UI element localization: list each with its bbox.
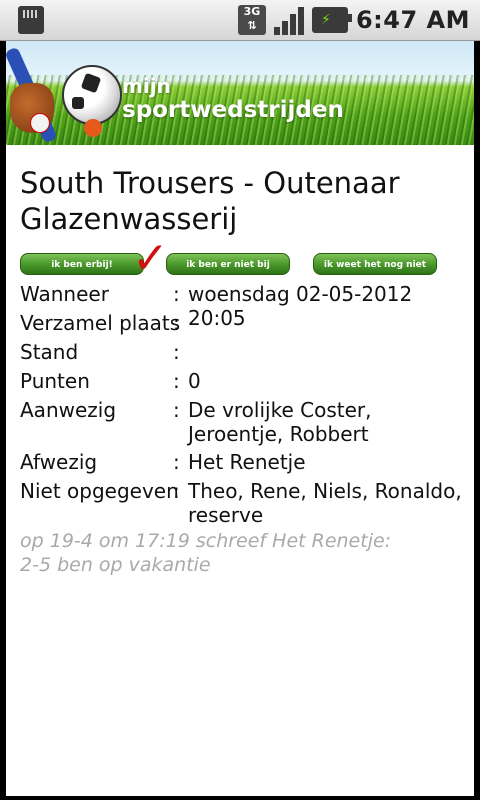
detail-label: Stand	[20, 340, 79, 364]
detail-label: Niet opgegeven	[20, 479, 179, 503]
comment-text: 2-5 ben op vakantie	[20, 554, 211, 576]
header-banner: mijn sportwedstrijden	[6, 41, 474, 145]
detail-label: Verzamel plaats	[20, 311, 181, 335]
not-attending-button[interactable]: ik ben er niet bij	[166, 253, 290, 275]
battery-charging-icon: ⚡	[311, 7, 352, 33]
detail-value: Theo, Rene, Niels, Ronaldo, reserve	[188, 479, 462, 527]
detail-value: woensdag 02-05-2012 20:05	[188, 282, 413, 330]
detail-label: Wanneer	[20, 282, 109, 306]
app-logo: mijn sportwedstrijden	[122, 74, 344, 123]
hockey-ball-icon	[84, 119, 102, 137]
attending-button[interactable]: ik ben erbij!	[20, 253, 144, 275]
detail-row-points: Punten : 0	[20, 369, 201, 393]
match-title: South Trousers - Outenaar Glazenwasserij	[20, 166, 400, 236]
comment: op 19-4 om 17:19 schreef Het Renetje: 2-…	[20, 529, 460, 577]
detail-label: Afwezig	[20, 450, 98, 474]
detail-value: Het Renetje	[188, 450, 306, 474]
unknown-attendance-button[interactable]: ik weet het nog niet	[313, 253, 437, 275]
detail-label: Aanwezig	[20, 398, 117, 422]
detail-label: Punten	[20, 369, 90, 393]
detail-row-absent: Afwezig : Het Renetje	[20, 450, 306, 474]
signal-icon	[273, 5, 304, 35]
status-time: 6:47 AM	[355, 6, 470, 34]
detail-value: 0	[188, 369, 201, 393]
network-3g-icon: 3G ⇅	[237, 5, 266, 35]
soccer-ball-icon	[62, 65, 122, 125]
baseball-icon	[30, 113, 50, 133]
status-bar: 3G ⇅ ⚡ 6:47 AM	[0, 0, 480, 41]
selected-check-icon: ✓	[132, 233, 169, 284]
detail-row-not-registered: Niet opgegeven : Theo, Rene, Niels, Rona…	[20, 479, 470, 527]
app-screen: mijn sportwedstrijden South Trousers - O…	[6, 41, 474, 796]
network-label: 3G	[243, 5, 261, 18]
detail-value: De vrolijke Coster, Jeroentje, Robbert	[188, 398, 372, 446]
comment-meta: op 19-4 om 17:19 schreef Het Renetje:	[20, 530, 392, 552]
detail-row-present: Aanwezig : De vrolijke Coster, Jeroentje…	[20, 398, 470, 446]
sd-card-icon	[18, 6, 44, 34]
